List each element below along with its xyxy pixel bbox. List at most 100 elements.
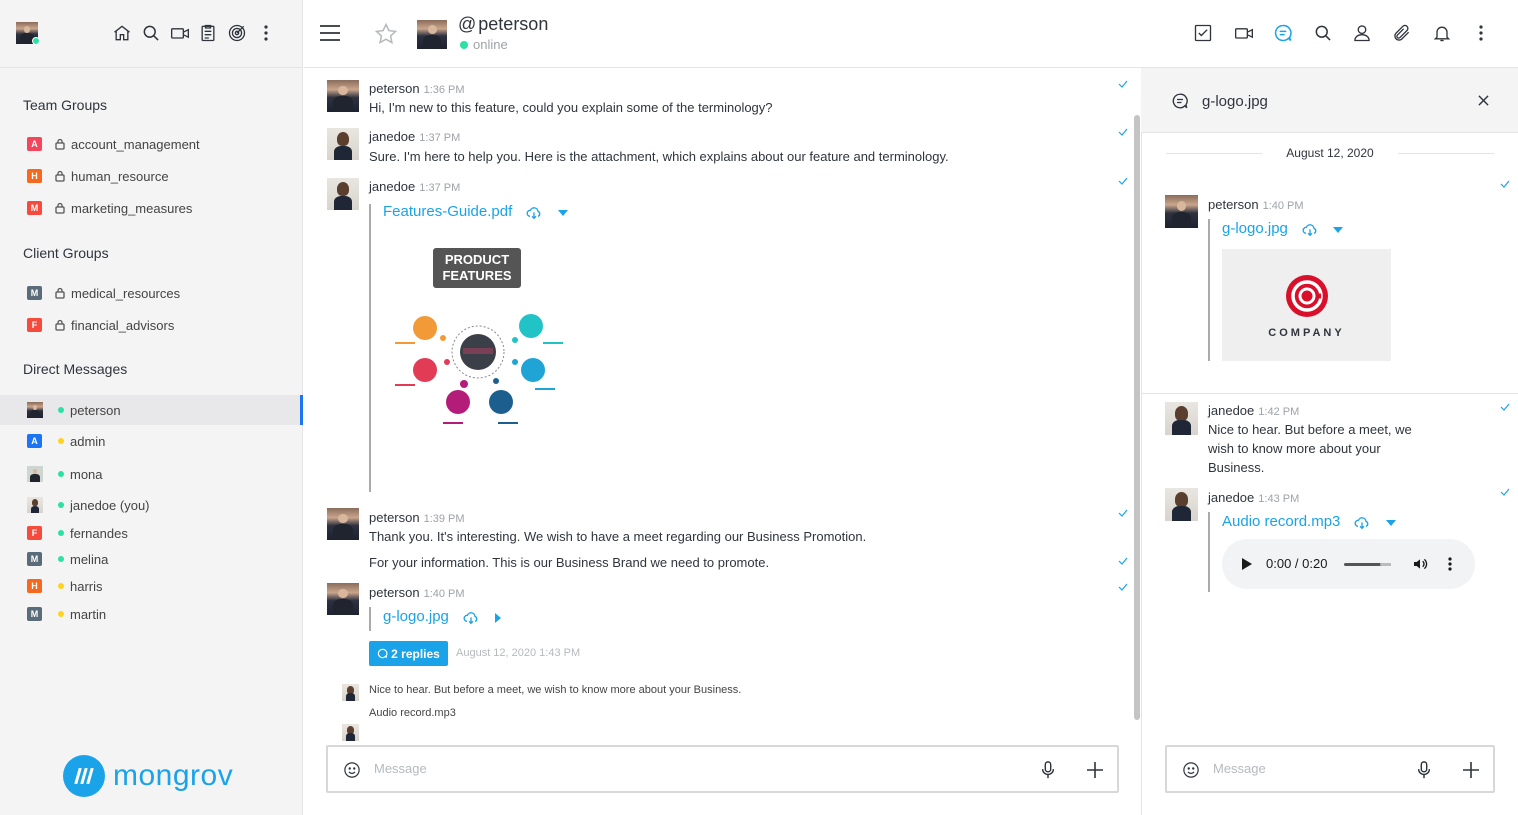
- sidebar-item-financial_advisors[interactable]: Ffinancial_advisors: [0, 310, 303, 340]
- client-groups-heading: Client Groups: [23, 245, 109, 261]
- banner-line-2: FEATURES: [442, 268, 512, 283]
- attachment-icon[interactable]: [1392, 23, 1412, 43]
- collapse-caret-icon[interactable]: [1333, 226, 1344, 234]
- sidebar-item-marketing_measures[interactable]: Mmarketing_measures: [0, 193, 303, 223]
- video-call-icon[interactable]: [1234, 23, 1254, 43]
- emoji-icon[interactable]: [1182, 761, 1200, 779]
- download-cloud-icon[interactable]: [1354, 516, 1370, 530]
- message-username[interactable]: janedoe: [1208, 403, 1254, 418]
- collapse-caret-icon[interactable]: [1385, 519, 1396, 527]
- target-icon[interactable]: [225, 21, 249, 45]
- video-icon[interactable]: [168, 21, 192, 45]
- microphone-icon[interactable]: [1416, 761, 1432, 779]
- message-time: 1:43 PM: [1258, 493, 1300, 505]
- sidebar-item-account_management[interactable]: Aaccount_management: [0, 129, 303, 159]
- thread-preview-text[interactable]: Nice to hear. But before a meet, we wish…: [369, 684, 741, 696]
- audio-player[interactable]: 0:00 / 0:20: [1222, 539, 1475, 589]
- attachment-link[interactable]: g-logo.jpg: [1222, 220, 1288, 237]
- sidebar-item-dm[interactable]: Mmelina: [0, 544, 303, 574]
- room-title[interactable]: peterson: [478, 14, 548, 34]
- status-dot: [58, 502, 64, 508]
- message-avatar[interactable]: [1165, 402, 1198, 435]
- thread-divider: [1141, 393, 1518, 394]
- status-dot: [58, 407, 64, 413]
- download-cloud-icon[interactable]: [463, 611, 479, 625]
- sidebar-item-dm[interactable]: Mmartin: [0, 599, 303, 629]
- message-text: Sure. I'm here to help you. Here is the …: [369, 149, 949, 164]
- search-icon[interactable]: [139, 21, 163, 45]
- message-composer[interactable]: Message: [326, 745, 1119, 793]
- sidebar-item-dm[interactable]: Aadmin: [0, 426, 303, 456]
- message-avatar[interactable]: [327, 80, 359, 112]
- expand-caret-icon[interactable]: [494, 612, 502, 623]
- attachment-image-preview[interactable]: COMPANY: [1222, 249, 1391, 361]
- message-username[interactable]: janedoe: [369, 179, 415, 194]
- message-avatar[interactable]: [327, 583, 359, 615]
- volume-icon[interactable]: [1412, 556, 1428, 572]
- clipboard-icon[interactable]: [196, 21, 220, 45]
- plus-icon[interactable]: [1462, 761, 1480, 779]
- attachment-image-preview[interactable]: PRODUCT FEATURES: [383, 238, 583, 448]
- attachment-link[interactable]: g-logo.jpg: [383, 608, 449, 625]
- notifications-bell-icon[interactable]: [1432, 23, 1452, 43]
- sidebar-item-dm[interactable]: janedoe (you): [0, 490, 303, 520]
- message-list-scrollbar[interactable]: [1134, 115, 1140, 720]
- sidebar-item-dm[interactable]: Hharris: [0, 571, 303, 601]
- message-avatar[interactable]: [1165, 195, 1198, 228]
- message-time: 1:40 PM: [1262, 200, 1304, 212]
- message-input[interactable]: Message: [374, 761, 427, 776]
- favorite-star-icon[interactable]: [374, 22, 398, 46]
- room-avatar[interactable]: [417, 20, 447, 49]
- thread-message-composer[interactable]: Message: [1165, 745, 1495, 793]
- read-check-icon: [1118, 557, 1128, 565]
- dm-badge: M: [27, 552, 42, 566]
- play-icon[interactable]: [1242, 558, 1252, 570]
- message-avatar[interactable]: [327, 128, 359, 160]
- room-kebab-menu-icon[interactable]: [1478, 23, 1484, 43]
- message-avatar[interactable]: [327, 508, 359, 540]
- message-avatar[interactable]: [1165, 488, 1198, 521]
- message-username[interactable]: peterson: [369, 81, 420, 96]
- sidebar-item-label: harris: [70, 578, 103, 594]
- collapse-caret-icon[interactable]: [557, 209, 568, 217]
- home-icon[interactable]: [110, 21, 134, 45]
- search-messages-icon[interactable]: [1313, 23, 1333, 43]
- attachment-border: [1208, 219, 1210, 361]
- sidebar-item-human_resource[interactable]: Hhuman_resource: [0, 161, 303, 191]
- message-time: 1:37 PM: [419, 132, 461, 144]
- audio-more-icon[interactable]: [1447, 556, 1453, 572]
- room-badge: M: [27, 286, 42, 300]
- hamburger-menu-icon[interactable]: [320, 24, 340, 42]
- sidebar-item-dm[interactable]: mona: [0, 459, 303, 489]
- attachment-link[interactable]: Audio record.mp3: [1222, 513, 1340, 530]
- tasks-icon[interactable]: [1193, 23, 1213, 43]
- kebab-menu-icon[interactable]: [254, 21, 278, 45]
- message-username[interactable]: janedoe: [1208, 490, 1254, 505]
- message-time: 1:37 PM: [419, 182, 461, 194]
- message-avatar[interactable]: [327, 178, 359, 210]
- message-username[interactable]: peterson: [369, 510, 420, 525]
- message-username[interactable]: janedoe: [369, 129, 415, 144]
- sidebar-item-label: financial_advisors: [71, 317, 175, 333]
- plus-icon[interactable]: [1086, 761, 1104, 779]
- message-username[interactable]: peterson: [1208, 197, 1259, 212]
- thread-replies-button[interactable]: 2 replies: [369, 641, 448, 666]
- microphone-icon[interactable]: [1040, 761, 1056, 779]
- emoji-icon[interactable]: [343, 761, 361, 779]
- attachment-border: [369, 204, 371, 492]
- sidebar-item-label: melina: [70, 551, 109, 567]
- close-thread-icon[interactable]: [1478, 95, 1489, 106]
- sidebar-item-label: human_resource: [71, 168, 169, 184]
- status-dot: [58, 556, 64, 562]
- message-username[interactable]: peterson: [369, 585, 420, 600]
- sidebar-item-medical_resources[interactable]: Mmedical_resources: [0, 278, 303, 308]
- threads-icon[interactable]: [1273, 23, 1293, 43]
- attachment-link[interactable]: Features-Guide.pdf: [383, 203, 512, 220]
- mongrov-logo-text: mongrov: [113, 759, 234, 792]
- user-info-icon[interactable]: [1352, 23, 1372, 43]
- download-cloud-icon[interactable]: [526, 206, 542, 220]
- download-cloud-icon[interactable]: [1302, 223, 1318, 237]
- sidebar-item-dm[interactable]: peterson: [0, 395, 303, 425]
- thread-preview-text[interactable]: Audio record.mp3: [369, 707, 456, 719]
- thread-message-input[interactable]: Message: [1213, 761, 1266, 776]
